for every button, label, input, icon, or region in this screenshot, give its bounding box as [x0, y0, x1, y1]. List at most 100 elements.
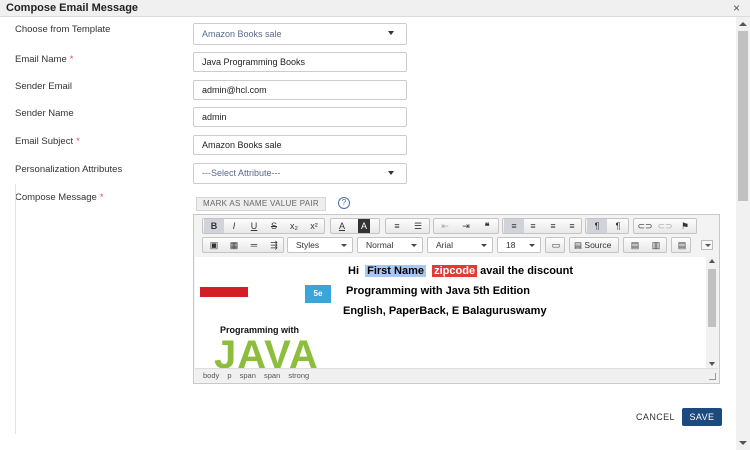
email-subject-label: Email Subject * — [15, 136, 80, 147]
underline-button[interactable]: U — [244, 219, 264, 233]
template-select[interactable]: Amazon Books sale — [193, 23, 407, 45]
justify-icon[interactable]: ≡ — [562, 219, 582, 233]
path-item[interactable]: p — [227, 371, 231, 380]
anchor-flag-icon[interactable]: ⚑ — [675, 219, 695, 233]
color-group: A A — [330, 218, 380, 234]
scroll-up-icon[interactable] — [709, 259, 715, 263]
rich-text-editor: B I U S x₂ x² A A ≡ ☰ ⇤ ⇥ ❝ ≡ ≡ ≡ ≡ ¶ ¶ … — [193, 214, 720, 384]
align-right-icon[interactable]: ≡ — [543, 219, 563, 233]
dialog-title: Compose Email Message — [6, 2, 139, 14]
required-marker: * — [69, 54, 74, 65]
path-item[interactable]: body — [203, 371, 219, 380]
path-item[interactable]: span — [264, 371, 280, 380]
cancel-button[interactable]: CANCEL — [633, 410, 678, 425]
source-button[interactable]: ▤ Source — [571, 238, 617, 252]
table-icon[interactable]: ▦ — [224, 238, 244, 252]
special-char-icon[interactable]: ⇶ — [264, 238, 284, 252]
paste-icon[interactable]: ▤ — [625, 238, 645, 252]
collapse-toolbar-button[interactable] — [701, 240, 713, 250]
subscript-button[interactable]: x₂ — [284, 219, 304, 233]
styles-dropdown[interactable]: Styles — [287, 237, 353, 253]
list-group: ≡ ☰ — [385, 218, 430, 234]
align-left-icon[interactable]: ≡ — [504, 219, 524, 233]
book-cover-image: 5e Programming with JAVA — [200, 285, 331, 368]
edition-badge: 5e — [305, 285, 331, 303]
path-item[interactable]: span — [240, 371, 256, 380]
image-icon[interactable]: ▣ — [204, 238, 224, 252]
path-item[interactable]: strong — [288, 371, 309, 380]
element-path-bar: body p span span strong — [195, 368, 718, 382]
chevron-down-icon — [341, 244, 347, 247]
horizontal-line-icon[interactable]: ═ — [244, 238, 264, 252]
compose-message-label: Compose Message * — [15, 192, 104, 203]
zipcode-token: zipcode — [432, 265, 478, 277]
chevron-down-icon — [388, 31, 394, 35]
links-group: ⊂⊃ ⊂⊃ ⚑ — [633, 218, 697, 234]
book-title-line: Programming with Java 5th Edition — [346, 285, 530, 297]
direction-group: ¶ ¶ — [585, 218, 629, 234]
email-name-field[interactable]: Java Programming Books — [193, 52, 407, 72]
text-direction-ltr-icon[interactable]: ¶ — [587, 219, 607, 233]
book-details-line: English, PaperBack, E Balaguruswamy — [343, 305, 547, 317]
format-dropdown[interactable]: Normal — [357, 237, 423, 253]
first-name-token: First Name — [365, 265, 426, 277]
chevron-down-icon — [411, 244, 417, 247]
scroll-down-icon[interactable] — [739, 441, 747, 445]
editor-toolbar-row-1: B I U S x₂ x² A A ≡ ☰ ⇤ ⇥ ❝ ≡ ≡ ≡ ≡ ¶ ¶ … — [197, 218, 702, 236]
bg-color-button[interactable]: A — [358, 219, 370, 233]
sender-name-field[interactable]: admin — [193, 107, 407, 127]
editor-scrollbar[interactable] — [706, 257, 718, 368]
scroll-thumb[interactable] — [708, 269, 716, 327]
template-group: ▤ — [671, 237, 691, 253]
personalization-select-value: ---Select Attribute--- — [202, 168, 281, 178]
editor-content-area[interactable]: Hi First Name zipcode avail the discount… — [195, 257, 706, 368]
template-select-value: Amazon Books sale — [202, 29, 282, 39]
font-size-dropdown[interactable]: 18 — [497, 237, 541, 253]
dialog-scrollbar[interactable] — [736, 17, 750, 450]
superscript-button[interactable]: x² — [304, 219, 324, 233]
greeting-line: Hi First Name zipcode avail the discount — [348, 265, 574, 277]
indent-icon[interactable]: ⇥ — [456, 219, 476, 233]
insert-group: ▣ ▦ ═ ⇶ — [202, 237, 284, 253]
font-dropdown[interactable]: Arial — [427, 237, 493, 253]
text-direction-rtl-icon[interactable]: ¶ — [608, 219, 628, 233]
template-label: Choose from Template — [15, 24, 111, 35]
align-center-icon[interactable]: ≡ — [523, 219, 543, 233]
italic-button[interactable]: I — [224, 219, 244, 233]
close-icon[interactable]: × — [733, 1, 740, 15]
compose-email-dialog: Compose Email Message × Choose from Temp… — [0, 0, 750, 450]
personalization-select[interactable]: ---Select Attribute--- — [193, 163, 407, 184]
outdent-icon[interactable]: ⇤ — [435, 219, 455, 233]
divider — [15, 184, 16, 434]
blockquote-icon[interactable]: ❝ — [477, 219, 497, 233]
sender-email-field[interactable]: admin@hcl.com — [193, 80, 407, 100]
template-icon[interactable]: ▤ — [672, 238, 692, 252]
book-cover-java: JAVA — [214, 333, 319, 368]
dialog-titlebar: Compose Email Message × — [0, 0, 750, 17]
text-color-button[interactable]: A — [332, 219, 352, 233]
help-icon[interactable]: ? — [338, 197, 350, 209]
scroll-thumb[interactable] — [738, 31, 748, 201]
sender-email-label: Sender Email — [15, 81, 73, 92]
sender-name-label: Sender Name — [15, 108, 74, 119]
bold-button[interactable]: B — [204, 219, 224, 233]
mark-name-value-pair-button[interactable]: MARK AS NAME VALUE PAIR — [196, 197, 326, 211]
indent-group: ⇤ ⇥ ❝ — [433, 218, 499, 234]
strikethrough-button[interactable]: S — [264, 219, 284, 233]
save-button[interactable]: SAVE — [682, 408, 722, 426]
numbered-list-icon[interactable]: ≡ — [387, 219, 407, 233]
editor-toolbar-row-2: ▣ ▦ ═ ⇶ Styles Normal Arial 18 ▭ ▤ Sourc… — [197, 237, 702, 255]
scroll-up-icon[interactable] — [739, 22, 747, 26]
bulleted-list-icon[interactable]: ☰ — [408, 219, 428, 233]
link-icon[interactable]: ⊂⊃ — [635, 219, 655, 233]
maximize-icon[interactable]: ▭ — [546, 238, 566, 252]
unlink-icon[interactable]: ⊂⊃ — [655, 219, 675, 233]
maximize-group: ▭ — [545, 237, 565, 253]
chevron-down-icon — [388, 171, 394, 175]
email-subject-field[interactable]: Amazon Books sale — [193, 135, 407, 155]
find-icon[interactable]: ▥ — [646, 238, 666, 252]
scroll-down-icon[interactable] — [709, 362, 715, 366]
align-group: ≡ ≡ ≡ ≡ — [502, 218, 582, 234]
resize-handle[interactable] — [709, 373, 716, 380]
basic-styles-group: B I U S x₂ x² — [202, 218, 325, 234]
